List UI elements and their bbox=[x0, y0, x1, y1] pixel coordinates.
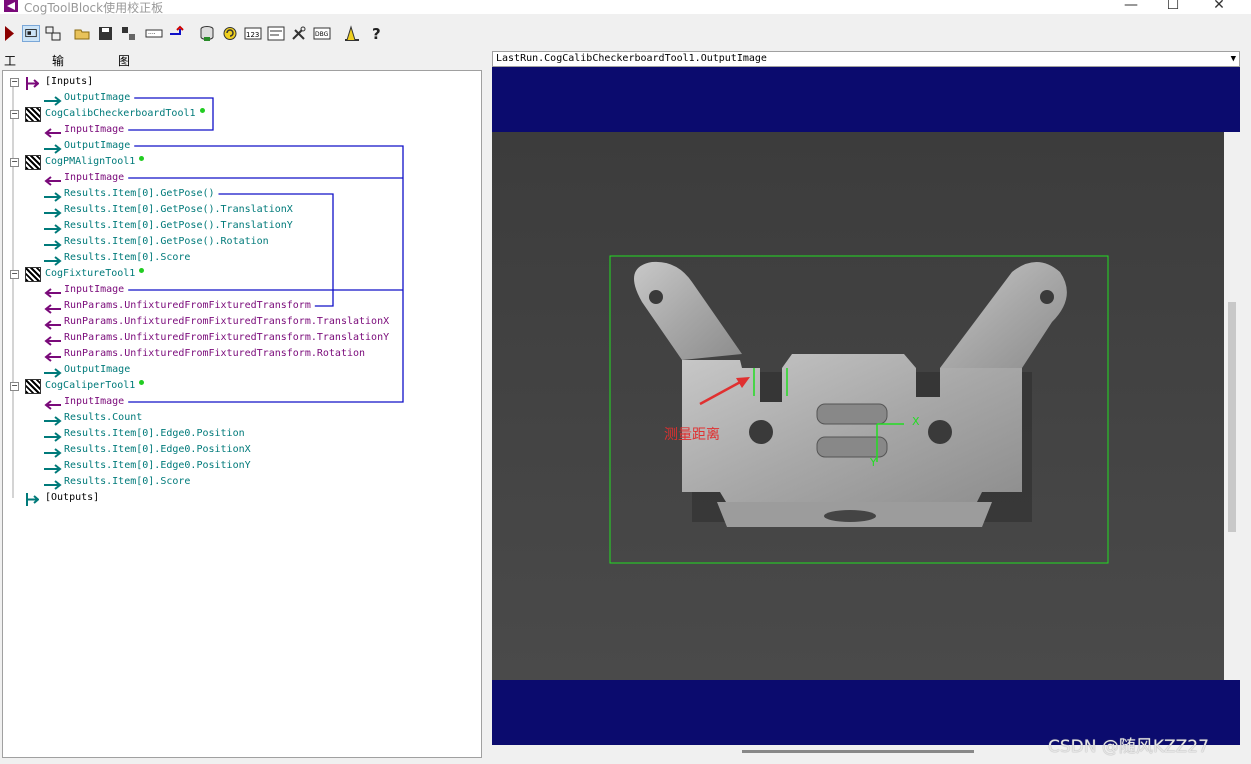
input-arrow-icon bbox=[43, 172, 63, 186]
caliper-tool-icon bbox=[25, 379, 41, 394]
chevron-down-icon[interactable]: ▼ bbox=[1231, 52, 1236, 66]
expand-toggle[interactable]: − bbox=[10, 78, 19, 87]
close-button[interactable]: ✕ bbox=[1196, 0, 1242, 13]
tree-terminal[interactable]: InputImage bbox=[64, 170, 124, 186]
output-arrow-icon bbox=[43, 252, 63, 266]
app-icon bbox=[4, 0, 18, 12]
outputs-icon bbox=[25, 491, 40, 506]
output-arrow-icon bbox=[43, 220, 63, 234]
tree-terminal[interactable]: Results.Item[0].GetPose().Rotation bbox=[64, 234, 269, 250]
status-dot-icon bbox=[199, 108, 205, 113]
tools-icon[interactable] bbox=[290, 25, 308, 42]
tree-terminal[interactable]: Results.Item[0].Edge0.PositionX bbox=[64, 442, 251, 458]
input-arrow-icon bbox=[43, 316, 63, 330]
open-folder-icon[interactable] bbox=[74, 25, 92, 42]
tree-terminal[interactable]: RunParams.UnfixturedFromFixturedTransfor… bbox=[64, 298, 311, 314]
input-arrow-icon bbox=[43, 284, 63, 298]
axis-x-label: X bbox=[912, 415, 920, 428]
svg-text:123: 123 bbox=[246, 31, 259, 39]
tree-terminal[interactable]: OutputImage bbox=[64, 362, 130, 378]
output-arrow-icon bbox=[43, 204, 63, 218]
camera-image: X Y bbox=[492, 132, 1224, 680]
pmalign-tool-icon bbox=[25, 155, 41, 170]
tree-terminal[interactable]: Results.Item[0].GetPose().TranslationX bbox=[64, 202, 293, 218]
tree-terminal[interactable]: InputImage bbox=[64, 122, 124, 138]
tree-terminal[interactable]: Results.Item[0].GetPose() bbox=[64, 186, 215, 202]
link-arrow-icon[interactable] bbox=[168, 25, 186, 42]
input-arrow-icon bbox=[43, 396, 63, 410]
output-arrow-icon bbox=[43, 412, 63, 426]
output-arrow-icon bbox=[43, 460, 63, 474]
expand-toggle[interactable]: − bbox=[10, 110, 19, 119]
output-arrow-icon bbox=[43, 428, 63, 442]
tree-terminal[interactable]: OutputImage bbox=[64, 90, 130, 106]
tool-group-icon[interactable] bbox=[120, 25, 138, 42]
input-arrow-icon bbox=[43, 348, 63, 362]
svg-text:DBG: DBG bbox=[315, 31, 329, 38]
tree-terminal[interactable]: InputImage bbox=[64, 282, 124, 298]
input-arrow-icon bbox=[43, 300, 63, 314]
output-arrow-icon bbox=[43, 140, 63, 154]
input-arrow-icon bbox=[43, 124, 63, 138]
tree-node[interactable]: [Inputs] bbox=[45, 74, 93, 90]
display-mode-icon[interactable] bbox=[22, 25, 40, 42]
layout-icon[interactable] bbox=[44, 25, 62, 42]
output-arrow-icon bbox=[43, 236, 63, 250]
tree-terminal[interactable]: RunParams.UnfixturedFromFixturedTransfor… bbox=[64, 314, 389, 330]
expand-toggle[interactable]: − bbox=[10, 158, 19, 167]
expand-toggle[interactable]: − bbox=[10, 382, 19, 391]
toolbar: ···· 123 DBG ? bbox=[0, 22, 1251, 46]
expand-toggle[interactable]: − bbox=[10, 270, 19, 279]
tree-node[interactable]: CogCaliperTool1 bbox=[45, 378, 135, 394]
tree-terminal[interactable]: OutputImage bbox=[64, 138, 130, 154]
tree-terminal[interactable]: Results.Item[0].Edge0.Position bbox=[64, 426, 245, 442]
database-icon[interactable] bbox=[198, 25, 216, 42]
part-picture: X Y bbox=[492, 132, 1224, 680]
title-bar: CogToolBlock使用校正板 — ☐ ✕ bbox=[0, 0, 1251, 15]
tree-terminal[interactable]: Results.Item[0].Score bbox=[64, 474, 190, 490]
checkerboard-tool-icon bbox=[25, 107, 41, 122]
svg-text:?: ? bbox=[372, 25, 381, 42]
tree-node[interactable]: CogFixtureTool1 bbox=[45, 266, 135, 282]
inputs-icon bbox=[25, 75, 40, 90]
output-arrow-icon bbox=[43, 444, 63, 458]
tree-terminal[interactable]: Results.Item[0].GetPose().TranslationY bbox=[64, 218, 293, 234]
help-icon[interactable]: ? bbox=[368, 25, 386, 42]
output-arrow-icon bbox=[43, 476, 63, 490]
tree-node[interactable]: [Outputs] bbox=[45, 490, 99, 506]
tree-terminal[interactable]: InputImage bbox=[64, 394, 124, 410]
input-arrow-icon bbox=[43, 332, 63, 346]
maximize-button[interactable]: ☐ bbox=[1150, 0, 1196, 13]
image-selector[interactable]: LastRun.CogCalibCheckerboardTool1.Output… bbox=[492, 51, 1240, 67]
tool-tree[interactable]: − [Inputs] OutputImage − CogCalibCheckerboar… bbox=[2, 70, 482, 758]
output-arrow-icon bbox=[43, 188, 63, 202]
debug-icon[interactable]: DBG bbox=[313, 25, 331, 42]
minimize-button[interactable]: — bbox=[1108, 0, 1154, 13]
tree-node[interactable]: CogPMAlignTool1 bbox=[45, 154, 135, 170]
form-icon[interactable] bbox=[267, 25, 285, 42]
tree-terminal[interactable]: RunParams.UnfixturedFromFixturedTransfor… bbox=[64, 346, 365, 362]
save-icon[interactable] bbox=[97, 25, 115, 42]
annotation-label: 测量距离 bbox=[664, 427, 720, 443]
image-selector-value: LastRun.CogCalibCheckerboardTool1.Output… bbox=[496, 53, 767, 64]
numeric-icon[interactable]: 123 bbox=[244, 25, 262, 42]
output-arrow-icon bbox=[43, 364, 63, 378]
watermark: CSDN @随风KZZ27 bbox=[1048, 737, 1209, 757]
output-arrow-icon bbox=[43, 92, 63, 106]
window-title: CogToolBlock使用校正板 bbox=[24, 1, 164, 15]
axis-y-label: Y bbox=[869, 456, 877, 469]
tree-node[interactable]: CogCalibCheckerboardTool1 bbox=[45, 106, 196, 122]
ruler-icon[interactable] bbox=[343, 25, 361, 42]
tree-terminal[interactable]: Results.Item[0].Edge0.PositionY bbox=[64, 458, 251, 474]
svg-text:····: ···· bbox=[148, 31, 156, 38]
link-calib-to-caliper bbox=[128, 145, 404, 403]
terminal-icon[interactable]: ···· bbox=[145, 25, 163, 42]
refresh-icon[interactable] bbox=[221, 25, 239, 42]
vertical-scrollbar[interactable] bbox=[1224, 132, 1240, 680]
tree-terminal[interactable]: Results.Count bbox=[64, 410, 142, 426]
run-icon[interactable] bbox=[2, 25, 20, 42]
tree-terminal[interactable]: Results.Item[0].Score bbox=[64, 250, 190, 266]
fixture-tool-icon bbox=[25, 267, 41, 282]
tree-terminal[interactable]: RunParams.UnfixturedFromFixturedTransfor… bbox=[64, 330, 389, 346]
